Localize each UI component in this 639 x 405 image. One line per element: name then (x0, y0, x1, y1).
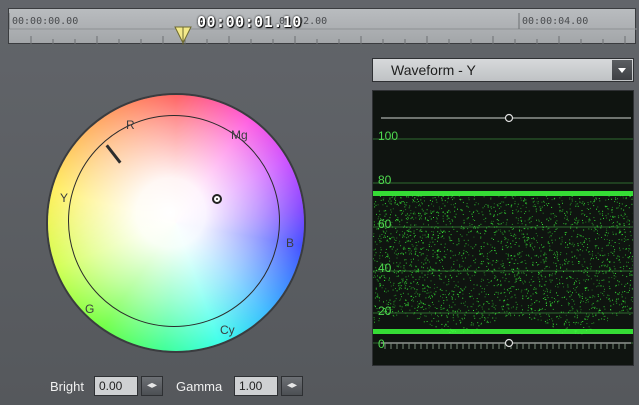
bright-spinner[interactable]: ◂▸ (141, 376, 163, 396)
wheel-label-cyan: Cy (220, 323, 235, 337)
chevron-down-icon[interactable] (612, 60, 632, 80)
wheel-label-yellow: Y (60, 191, 69, 205)
current-time-display: 00:00:01.10 (197, 13, 302, 31)
color-picker-handle[interactable] (212, 194, 222, 204)
scope-mode-value: Waveform - Y (391, 62, 476, 78)
gamma-label: Gamma (176, 379, 223, 394)
waveform-scope[interactable]: 100 80 60 40 20 0 (372, 90, 634, 366)
waveform-plot (373, 113, 633, 349)
timeline-ruler[interactable]: 00:00:00.00 00:02.00 00:00:04.00 00:00:0… (8, 8, 637, 45)
bright-label: Bright (50, 379, 84, 394)
level-label: 40 (378, 261, 392, 275)
gamma-spinner[interactable]: ◂▸ (281, 376, 303, 396)
color-correction-panel: 00:00:00.00 00:02.00 00:00:04.00 00:00:0… (0, 0, 639, 405)
black-point-handle[interactable] (504, 338, 514, 348)
level-label: 20 (378, 304, 392, 318)
bright-input[interactable]: 0.00 (94, 376, 138, 396)
level-label: 0 (378, 337, 385, 351)
timecode-label: 00:00:04.00 (522, 16, 589, 27)
scope-mode-dropdown[interactable]: Waveform - Y (372, 58, 634, 82)
level-label: 60 (378, 217, 392, 231)
timecode-label: 00:00:00.00 (12, 16, 79, 27)
wheel-label-green: G (85, 302, 95, 316)
wheel-label-blue: B (286, 236, 295, 250)
left-right-arrows-icon: ◂▸ (146, 380, 158, 391)
level-label: 100 (378, 129, 399, 143)
left-right-arrows-icon: ◂▸ (286, 380, 298, 391)
wheel-guide-ring (68, 115, 280, 327)
wheel-label-red: R (126, 118, 135, 132)
level-label: 80 (378, 173, 392, 187)
wheel-label-magenta: Mg (231, 128, 248, 142)
color-wheel[interactable]: R Mg B Cy G Y (48, 95, 304, 351)
gamma-input[interactable]: 1.00 (234, 376, 278, 396)
ruler-ticks (9, 13, 637, 45)
white-point-handle[interactable] (504, 113, 514, 123)
